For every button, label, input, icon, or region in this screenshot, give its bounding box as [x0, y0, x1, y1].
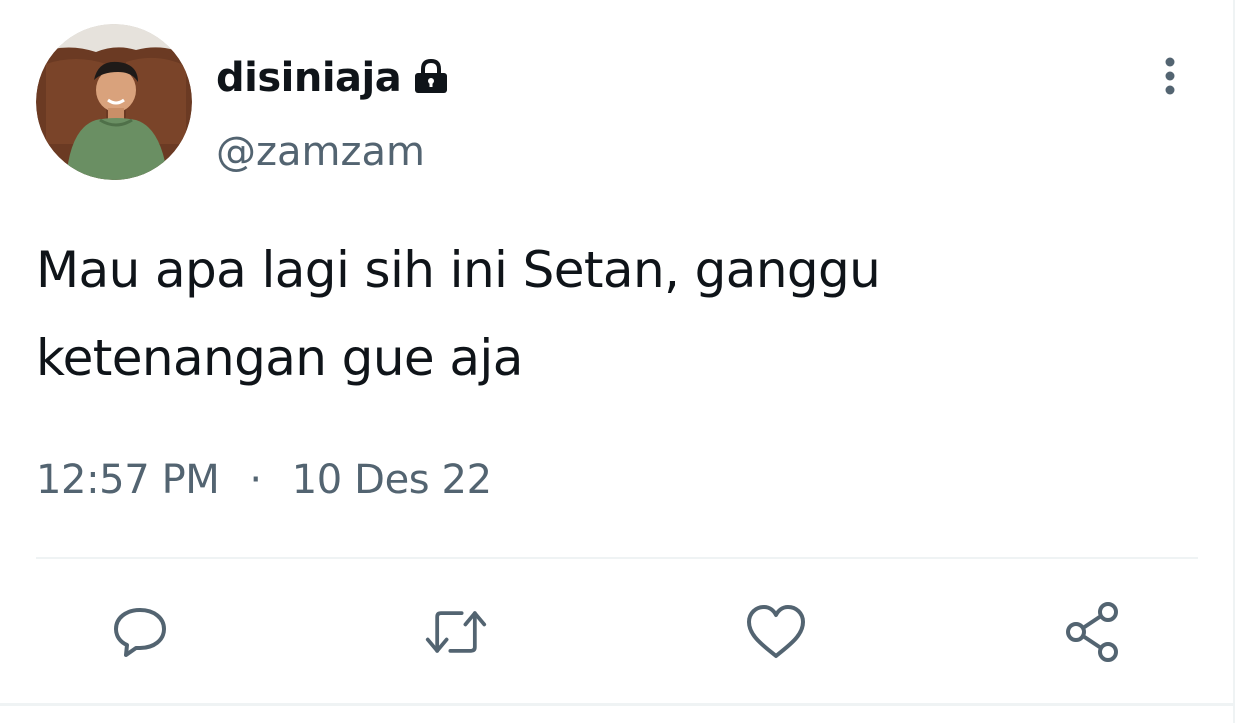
tweet: disiniaja @zamzam Mau apa lagi sih ini S… [0, 0, 1235, 723]
lock-icon [411, 57, 451, 101]
retweet-button[interactable] [424, 600, 488, 664]
like-icon [747, 605, 805, 658]
tweet-time[interactable]: 12:57 PM [36, 457, 220, 503]
reply-button[interactable] [108, 600, 172, 664]
bottom-divider [0, 703, 1235, 706]
more-options-button[interactable] [1148, 50, 1192, 102]
display-name[interactable]: disiniaja [216, 48, 402, 108]
retweet-icon [425, 611, 487, 653]
avatar[interactable] [36, 24, 192, 180]
share-button[interactable] [1062, 600, 1126, 664]
tweet-date[interactable]: 10 Des 22 [292, 457, 492, 503]
author-handle[interactable]: @zamzam [216, 124, 425, 180]
like-button[interactable] [744, 600, 808, 664]
author-name-row[interactable]: disiniaja [216, 48, 451, 108]
tweet-text: Mau apa lagi sih ini Setan, ganggu keten… [36, 241, 881, 387]
divider [36, 557, 1198, 559]
timestamp-separator: · [249, 457, 262, 503]
avatar-photo [36, 24, 192, 180]
tweet-timestamp[interactable]: 12:57 PM · 10 Des 22 [36, 450, 492, 510]
more-vertical-icon [1165, 57, 1175, 95]
reply-icon [114, 608, 166, 657]
share-icon [1066, 602, 1118, 662]
